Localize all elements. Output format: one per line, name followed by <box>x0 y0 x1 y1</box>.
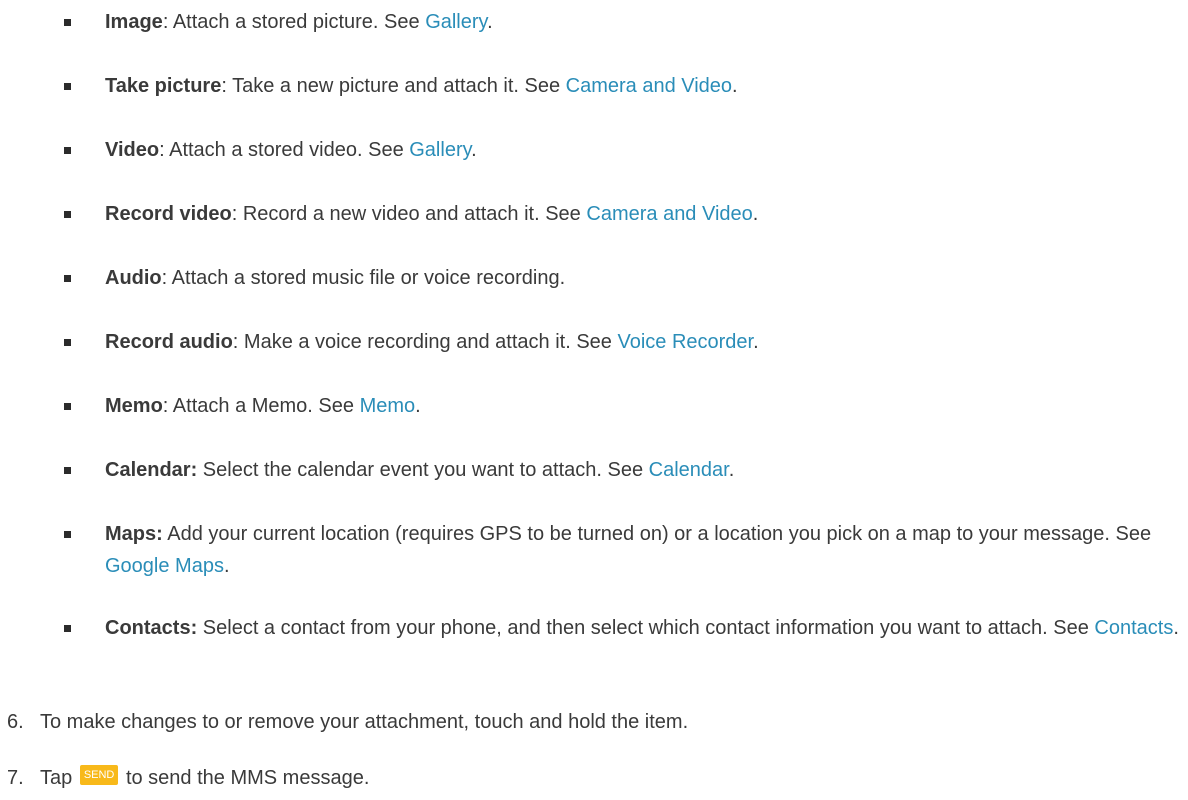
item-end: . <box>1173 617 1179 639</box>
calendar-link[interactable]: Calendar <box>649 459 729 481</box>
item-desc: Select the calendar event you want to at… <box>197 459 649 481</box>
send-button[interactable]: SEND <box>79 765 119 785</box>
bullet-square-icon <box>64 467 71 474</box>
item-term: Maps: <box>105 523 163 545</box>
list-item-text: Maps: Add your current location (require… <box>105 518 1180 582</box>
step-number: 7. <box>7 767 24 789</box>
bullet-square-icon <box>64 339 71 346</box>
list-item-text: Take picture: Take a new picture and att… <box>105 70 1180 102</box>
bullet-square-icon <box>64 531 71 538</box>
list-item-text: Record audio: Make a voice recording and… <box>105 326 1180 358</box>
step-text-before: Tap <box>40 767 73 789</box>
camera-and-video-link[interactable]: Camera and Video <box>586 203 752 225</box>
list-item-text: Calendar: Select the calendar event you … <box>105 454 1180 486</box>
item-desc: Select a contact from your phone, and th… <box>197 617 1095 639</box>
item-desc: : Attach a stored picture. See <box>162 11 426 33</box>
item-end: . <box>223 555 230 577</box>
item-term: Audio <box>105 267 162 289</box>
bullet-square-icon <box>64 625 71 632</box>
bullet-square-icon <box>64 211 71 218</box>
item-end: . <box>728 459 735 481</box>
bullet-square-icon <box>64 147 71 154</box>
step-number: 6. <box>7 711 24 733</box>
list-item-text: Contacts: Select a contact from your pho… <box>105 612 1180 644</box>
bullet-square-icon <box>64 83 71 90</box>
bullet-square-icon <box>64 275 71 282</box>
item-term: Memo <box>105 395 163 417</box>
voice-recorder-link[interactable]: Voice Recorder <box>617 331 753 353</box>
google-maps-link[interactable]: Google Maps <box>105 555 224 577</box>
list-item-text: Audio: Attach a stored music file or voi… <box>105 262 1180 294</box>
list-item-text: Record video: Record a new video and att… <box>105 198 1180 230</box>
item-desc: : Take a new picture and attach it. See <box>221 75 566 97</box>
item-term: Calendar: <box>105 459 198 481</box>
step-6: 6. To make changes to or remove your atta… <box>7 706 1177 738</box>
step-7: 7. Tap SEND to send the MMS message. <box>7 762 1177 794</box>
item-end: . <box>471 139 477 161</box>
item-end: . <box>415 395 421 417</box>
contacts-link[interactable]: Contacts <box>1094 617 1173 639</box>
item-term: Record audio <box>105 331 233 353</box>
list-item-text: Memo: Attach a Memo. See Memo. <box>105 390 1180 422</box>
item-desc: : Record a new video and attach it. See <box>231 203 587 225</box>
step-text-after: to send the MMS message. <box>125 767 370 789</box>
item-term: Image <box>105 11 163 33</box>
list-item-text: Image: Attach a stored picture. See Gall… <box>105 6 1180 38</box>
item-term: Contacts: <box>105 617 198 639</box>
item-term: Record video <box>105 203 232 225</box>
item-term: Take picture <box>105 75 222 97</box>
item-end: . <box>487 11 493 33</box>
bullet-square-icon <box>64 403 71 410</box>
camera-and-video-link[interactable]: Camera and Video <box>566 75 732 97</box>
gallery-link[interactable]: Gallery <box>425 11 487 33</box>
item-desc: : Make a voice recording and attach it. … <box>232 331 618 353</box>
item-desc: : Attach a stored music file or voice re… <box>161 267 566 289</box>
item-end: . <box>732 75 738 97</box>
gallery-link[interactable]: Gallery <box>409 139 471 161</box>
item-desc: Add your current location (requires GPS … <box>162 523 1152 545</box>
bullet-square-icon <box>64 19 71 26</box>
item-desc: : Attach a stored video. See <box>159 139 410 161</box>
memo-link[interactable]: Memo <box>360 395 416 417</box>
item-desc: : Attach a Memo. See <box>162 395 360 417</box>
list-item-text: Video: Attach a stored video. See Galler… <box>105 134 1180 166</box>
step-text: To make changes to or remove your attach… <box>40 711 689 733</box>
item-end: . <box>752 203 759 225</box>
item-term: Video <box>105 139 160 161</box>
item-end: . <box>753 331 759 353</box>
